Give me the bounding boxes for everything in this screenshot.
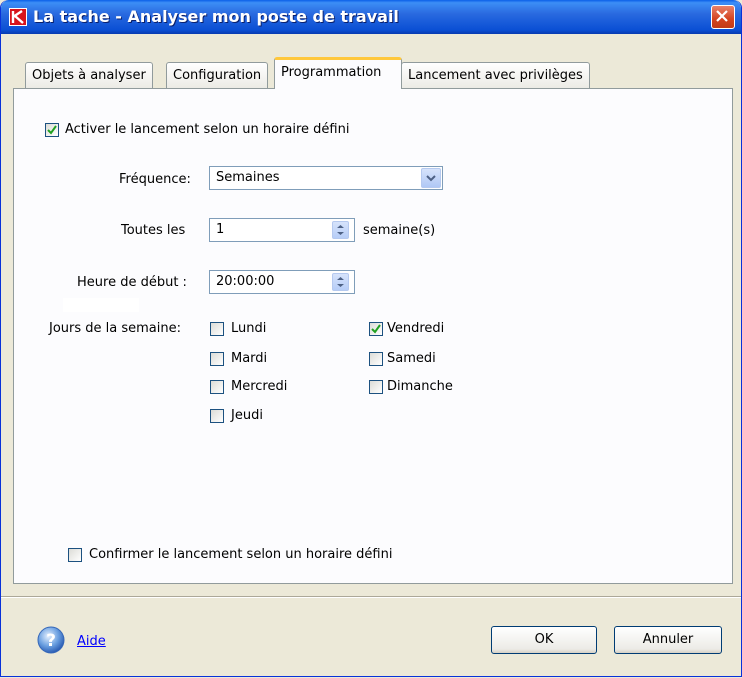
dialog-window: La tache - Analyser mon poste de travail… <box>0 0 742 677</box>
help-link[interactable]: Aide <box>77 634 106 649</box>
enable-schedule-checkbox[interactable] <box>45 123 59 137</box>
close-button[interactable] <box>711 5 735 29</box>
day-vendredi-label: Vendredi <box>387 321 445 336</box>
close-icon <box>716 10 728 22</box>
frequency-select[interactable]: Semaines <box>209 166 443 190</box>
every-unit-label: semaine(s) <box>363 223 436 238</box>
window-title: La tache - Analyser mon poste de travail <box>33 7 399 26</box>
confirm-schedule-label: Confirmer le lancement selon un horaire … <box>89 547 393 562</box>
ok-button[interactable]: OK <box>491 626 597 654</box>
tab-programmation[interactable]: Programmation <box>274 57 402 89</box>
tab-configuration[interactable]: Configuration <box>166 62 269 88</box>
tab-lancement[interactable]: Lancement avec privilèges <box>401 62 590 88</box>
help-icon[interactable]: ? <box>37 626 65 654</box>
tab-panel <box>13 88 733 584</box>
every-value: 1 <box>216 222 225 237</box>
start-time-label: Heure de début : <box>77 275 187 290</box>
tab-objets[interactable]: Objets à analyser <box>25 62 153 88</box>
spin-arrows-icon <box>337 277 344 287</box>
days-label: Jours de la semaine: <box>49 321 181 336</box>
frequency-value: Semaines <box>216 170 280 185</box>
spin-arrows-icon <box>337 225 344 235</box>
day-jeudi-checkbox[interactable] <box>210 409 224 423</box>
day-lundi-label: Lundi <box>231 321 267 336</box>
day-samedi-checkbox[interactable] <box>369 352 383 366</box>
every-label: Toutes les <box>121 223 186 238</box>
chevron-down-icon <box>426 175 436 182</box>
start-time-input[interactable]: 20:00:00 <box>209 270 355 294</box>
title-bar[interactable]: La tache - Analyser mon poste de travail <box>1 0 741 34</box>
start-time-spin-button[interactable] <box>332 273 349 291</box>
day-mardi-checkbox[interactable] <box>210 352 224 366</box>
svg-text:?: ? <box>46 631 56 651</box>
enable-schedule-label: Activer le lancement selon un horaire dé… <box>65 122 350 137</box>
day-lundi-checkbox[interactable] <box>210 322 224 336</box>
frequency-dropdown-button[interactable] <box>421 168 441 188</box>
checkmark-icon <box>47 125 57 135</box>
day-jeudi-label: Jeudi <box>231 408 263 423</box>
highlight-artifact <box>63 298 139 312</box>
day-dimanche-label: Dimanche <box>387 379 453 394</box>
start-time-value: 20:00:00 <box>216 274 275 289</box>
confirm-schedule-checkbox[interactable] <box>68 548 82 562</box>
footer-separator-highlight <box>1 597 741 598</box>
cancel-button[interactable]: Annuler <box>614 626 722 654</box>
day-samedi-label: Samedi <box>387 351 436 366</box>
checkmark-icon <box>371 324 381 334</box>
every-spin-button[interactable] <box>332 221 349 239</box>
frequency-label: Fréquence: <box>119 172 191 187</box>
day-mercredi-label: Mercredi <box>231 379 288 394</box>
every-stepper[interactable]: 1 <box>209 218 355 242</box>
day-mercredi-checkbox[interactable] <box>210 380 224 394</box>
day-mardi-label: Mardi <box>231 351 268 366</box>
day-dimanche-checkbox[interactable] <box>369 380 383 394</box>
kaspersky-logo-icon <box>9 8 27 26</box>
day-vendredi-checkbox[interactable] <box>369 322 383 336</box>
